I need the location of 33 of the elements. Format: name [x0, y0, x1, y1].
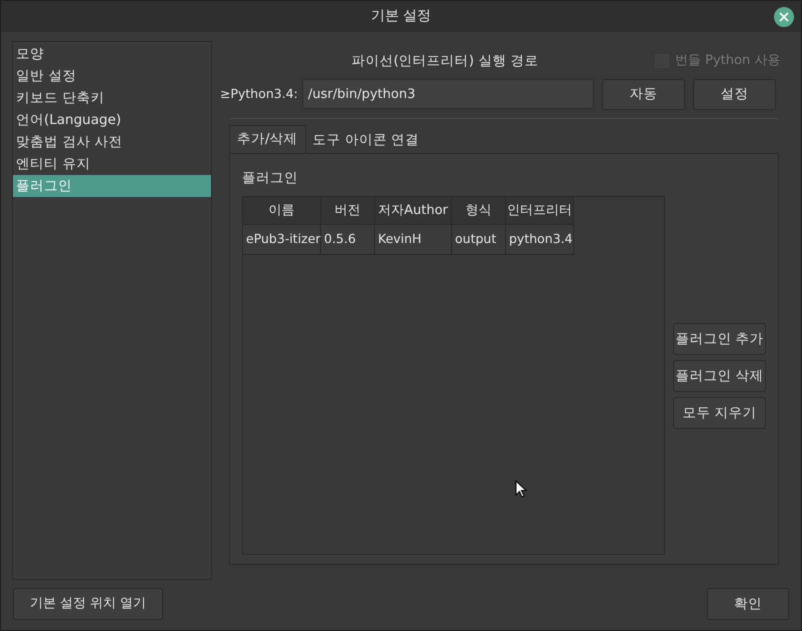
column-header[interactable]: 형식 — [452, 197, 506, 226]
sidebar-item[interactable]: 일반 설정 — [13, 65, 211, 87]
table-cell: ePub3-itizer — [243, 225, 321, 256]
table-cell: output — [452, 225, 506, 256]
python-button[interactable]: 자동 — [602, 78, 685, 110]
table-cell: 0.5.6 — [321, 225, 375, 256]
sidebar-item[interactable]: 키보드 단축키 — [13, 87, 211, 109]
column-header[interactable]: 이름 — [243, 197, 321, 226]
plugins-heading: 플러그인 — [242, 169, 299, 188]
tab[interactable]: 추가/삭제 — [229, 125, 306, 153]
column-header[interactable]: 버전 — [321, 197, 375, 226]
section-heading: 파이선(인터프리터) 실행 경로 — [350, 52, 540, 71]
sidebar-item[interactable]: 엔티티 유지 — [13, 153, 211, 175]
plugin-button[interactable]: 플러그인 삭제 — [673, 360, 766, 392]
plugin-button[interactable]: 모두 지우기 — [673, 396, 766, 429]
path-field[interactable]: /usr/bin/python3 — [302, 79, 594, 109]
sidebar-item[interactable]: 맞춤법 검사 사전 — [13, 131, 211, 153]
mouse-cursor-icon — [515, 480, 527, 498]
table-cell: KevinH — [375, 225, 452, 256]
ok-button[interactable]: 확인 — [707, 588, 789, 620]
sidebar-item[interactable]: 모양 — [13, 43, 211, 65]
column-header[interactable]: 저자Author — [375, 197, 452, 226]
plugin-button[interactable]: 플러그인 추가 — [673, 322, 766, 355]
table-cell: python3.4 — [506, 225, 574, 256]
path-label: ≥Python3.4: — [220, 84, 296, 103]
close-button[interactable] — [774, 7, 794, 27]
window-title: 기본 설정 — [370, 7, 432, 26]
open-location-button[interactable]: 기본 설정 위치 열기 — [13, 588, 163, 620]
sidebar-item[interactable]: 언어(Language) — [13, 109, 211, 131]
column-header[interactable]: 인터프리터 — [506, 197, 574, 226]
python-button[interactable]: 설정 — [693, 78, 776, 110]
close-icon — [779, 12, 789, 22]
tab[interactable]: 도구 아이콘 연결 — [306, 127, 426, 153]
